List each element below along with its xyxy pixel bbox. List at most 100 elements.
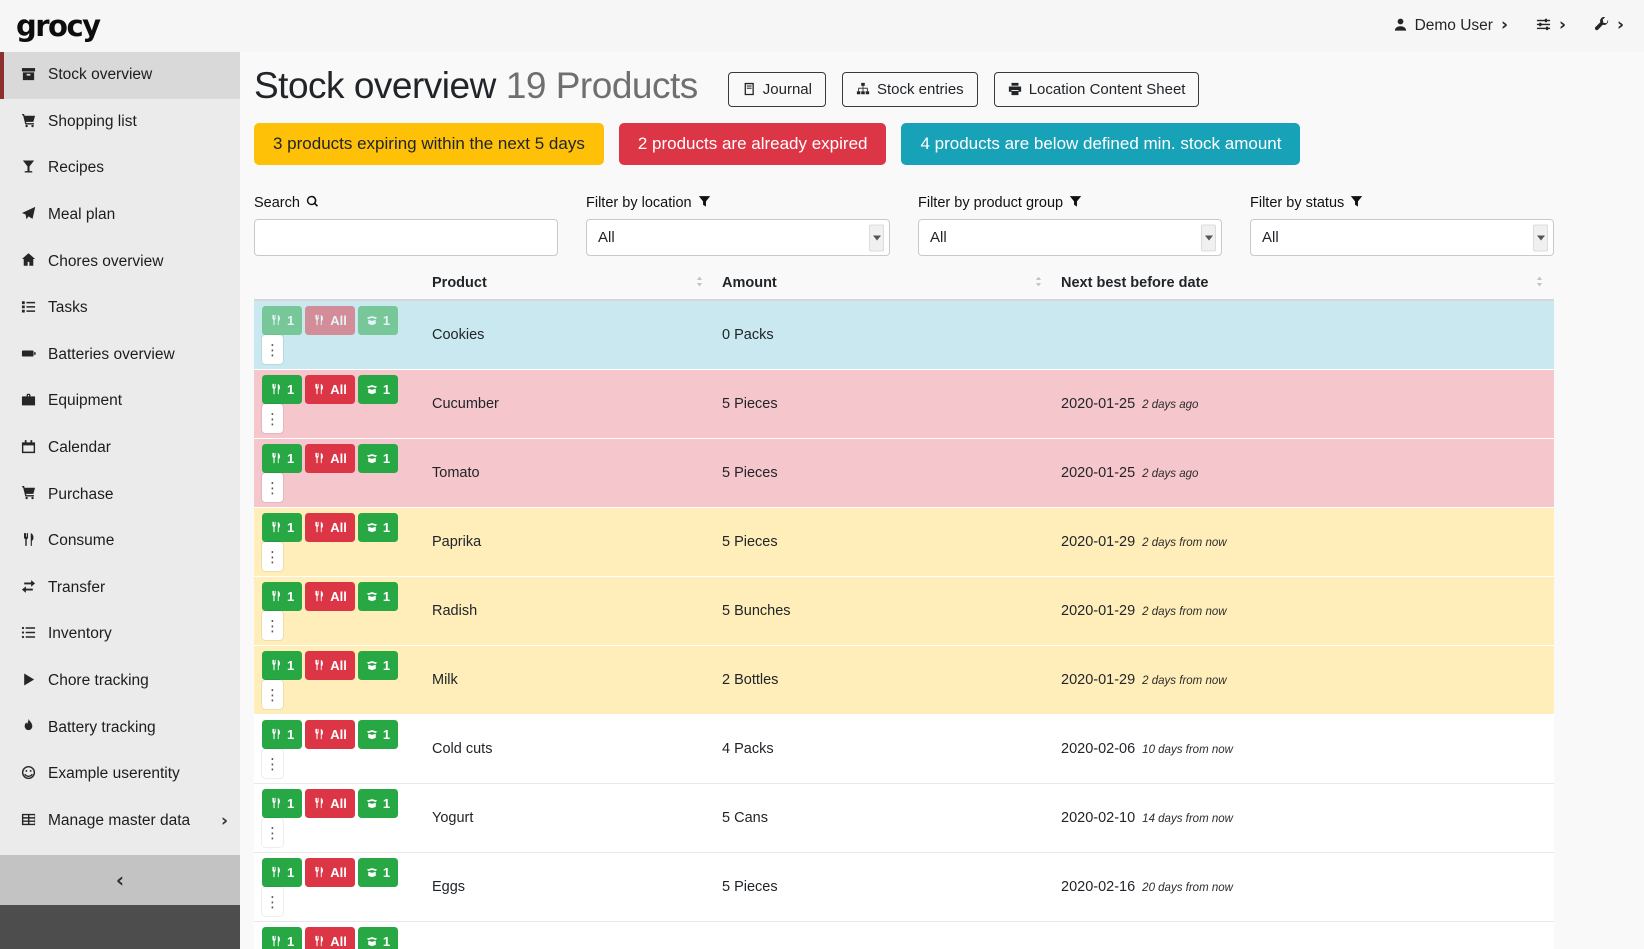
product-cell: Cucumber [424, 370, 714, 439]
consume-all-button[interactable]: All [305, 858, 355, 887]
journal-button[interactable]: Journal [728, 72, 826, 107]
sidebar-item-equipment[interactable]: Equipment [0, 378, 240, 425]
title-row: Stock overview19 Products JournalStock e… [254, 64, 1554, 107]
sidebar-item-batteries-overview[interactable]: Batteries overview [0, 332, 240, 379]
utensils-icon [270, 658, 282, 673]
consume-all-button[interactable]: All [305, 927, 355, 949]
top-bar: grocy Demo User › › › [0, 0, 1644, 52]
product-name: Eggs [432, 879, 465, 895]
consume-all-button[interactable]: All [305, 306, 355, 335]
consume-one-button[interactable]: 1 [262, 858, 302, 887]
sidebar-item-consume[interactable]: Consume [0, 518, 240, 565]
consume-one-button[interactable]: 1 [262, 444, 302, 473]
row-menu-button[interactable]: ⋮ [262, 887, 283, 916]
alert-info[interactable]: 4 products are below defined min. stock … [901, 123, 1300, 165]
row-menu-button[interactable]: ⋮ [262, 404, 283, 433]
sidebar-item-recipes[interactable]: Recipes [0, 145, 240, 192]
sidebar-item-battery-tracking[interactable]: Battery tracking [0, 704, 240, 751]
row-menu-button[interactable]: ⋮ [262, 818, 283, 847]
sidebar-item-manage-master-data[interactable]: Manage master data› [0, 798, 240, 845]
ellipsis-vertical-icon: ⋮ [265, 824, 280, 842]
consume-one-button[interactable]: 1 [262, 789, 302, 818]
sidebar-item-purchase[interactable]: Purchase [0, 471, 240, 518]
column-header-best-before[interactable]: Next best before date [1053, 270, 1554, 300]
row-menu-button[interactable]: ⋮ [262, 473, 283, 502]
location-content-sheet-button[interactable]: Location Content Sheet [994, 72, 1200, 107]
sidebar-item-inventory[interactable]: Inventory [0, 611, 240, 658]
consume-one-button[interactable]: 1 [262, 927, 302, 949]
consume-all-button[interactable]: All [305, 651, 355, 680]
sidebar-item-calendar[interactable]: Calendar [0, 425, 240, 472]
sidebar-item-example-userentity[interactable]: Example userentity [0, 751, 240, 798]
utensils-icon [270, 451, 282, 466]
filter-label-text: Filter by location [586, 195, 692, 211]
sidebar-footer [0, 905, 240, 949]
sidebar-item-transfer[interactable]: Transfer [0, 565, 240, 612]
consume-all-button[interactable]: All [305, 582, 355, 611]
open-one-button[interactable]: 1 [358, 651, 398, 680]
row-menu-button[interactable]: ⋮ [262, 542, 283, 571]
date-note: 2 days ago [1142, 399, 1198, 411]
consume-one-button[interactable]: 1 [262, 720, 302, 749]
cart-icon [19, 113, 38, 131]
open-one-button[interactable]: 1 [358, 858, 398, 887]
user-menu[interactable]: Demo User › [1393, 17, 1508, 35]
search-input[interactable] [254, 219, 558, 256]
sidebar-item-chores-overview[interactable]: Chores overview [0, 238, 240, 285]
consume-one-button[interactable]: 1 [262, 513, 302, 542]
consume-all-button[interactable]: All [305, 789, 355, 818]
admin-menu[interactable]: › [1594, 17, 1624, 35]
ellipsis-vertical-icon: ⋮ [265, 548, 280, 566]
open-one-button[interactable]: 1 [358, 927, 398, 949]
stock-entries-button[interactable]: Stock entries [842, 72, 978, 107]
column-header-product[interactable]: Product [424, 270, 714, 300]
sidebar-item-stock-overview[interactable]: Stock overview [0, 52, 240, 99]
button-label: 1 [383, 589, 390, 604]
cocktail-icon [19, 159, 38, 177]
column-header-amount[interactable]: Amount [714, 270, 1053, 300]
row-menu-button[interactable]: ⋮ [262, 749, 283, 778]
product-count: 19 Products [506, 65, 698, 106]
consume-one-button[interactable]: 1 [262, 582, 302, 611]
exchange-icon [19, 579, 38, 597]
sidebar-item-shopping-list[interactable]: Shopping list [0, 99, 240, 146]
open-one-button[interactable]: 1 [358, 513, 398, 542]
sidebar-item-meal-plan[interactable]: Meal plan [0, 192, 240, 239]
amount-value: 4 Packs [722, 741, 774, 757]
sidebar-item-chore-tracking[interactable]: Chore tracking [0, 658, 240, 705]
consume-one-button[interactable]: 1 [262, 375, 302, 404]
consume-all-button[interactable]: All [305, 444, 355, 473]
box-open-icon [366, 934, 378, 949]
open-one-button[interactable]: 1 [358, 789, 398, 818]
sidebar-collapse-button[interactable]: ‹ [0, 855, 240, 905]
open-one-button[interactable]: 1 [358, 375, 398, 404]
amount-value: 5 Cans [722, 810, 768, 826]
box-icon [19, 66, 38, 84]
utensils-icon [313, 865, 325, 880]
row-menu-button[interactable]: ⋮ [262, 680, 283, 709]
sidebar-item-tasks[interactable]: Tasks [0, 285, 240, 332]
consume-all-button[interactable]: All [305, 375, 355, 404]
consume-all-button[interactable]: All [305, 513, 355, 542]
alert-danger[interactable]: 2 products are already expired [619, 123, 887, 165]
filter-by-product-group-select[interactable]: All [918, 219, 1222, 256]
product-name: Radish [432, 603, 477, 619]
filter-by-status-select[interactable]: All [1250, 219, 1554, 256]
consume-one-button[interactable]: 1 [262, 651, 302, 680]
open-one-button[interactable]: 1 [358, 582, 398, 611]
alert-warning[interactable]: 3 products expiring within the next 5 da… [254, 123, 604, 165]
settings-menu[interactable]: › [1536, 17, 1566, 35]
open-one-button[interactable]: 1 [358, 720, 398, 749]
open-one-button[interactable]: 1 [358, 444, 398, 473]
consume-one-button[interactable]: 1 [262, 306, 302, 335]
consume-all-button[interactable]: All [305, 720, 355, 749]
button-label: All [330, 658, 347, 673]
row-menu-button[interactable]: ⋮ [262, 611, 283, 640]
filters: SearchFilter by locationAllFilter by pro… [254, 195, 1554, 256]
row-menu-button[interactable]: ⋮ [262, 335, 283, 364]
wrench-icon [1594, 17, 1609, 35]
product-cell: Radish [424, 577, 714, 646]
filter-by-location-select[interactable]: All [586, 219, 890, 256]
open-one-button[interactable]: 1 [358, 306, 398, 335]
amount-cell: 4 Packs [714, 715, 1053, 784]
